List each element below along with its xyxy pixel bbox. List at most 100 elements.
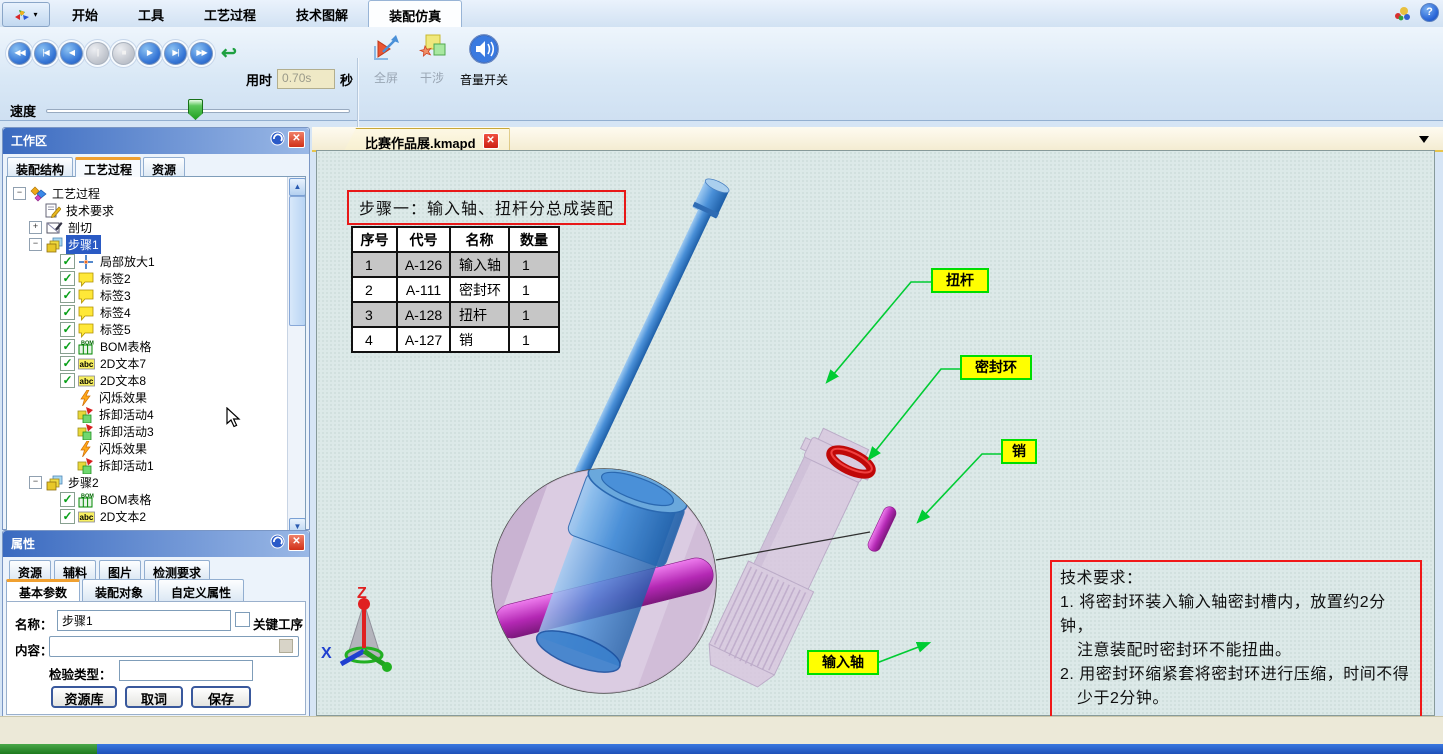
close-panel-icon[interactable]: ✕	[288, 131, 305, 148]
tree-item-拆卸活动3[interactable]: 拆卸活动3	[7, 423, 305, 440]
fullscreen-button[interactable]: 全屏	[362, 33, 410, 86]
part-label-input-shaft[interactable]: 输入轴	[807, 650, 879, 675]
tree-item-技术要求[interactable]: 技术要求	[7, 202, 305, 219]
pin-part[interactable]	[866, 505, 898, 554]
workspace-tab-1[interactable]: 装配结构	[7, 157, 73, 177]
tree-item-BOM表格[interactable]: ✓BOMBOM表格	[7, 491, 305, 508]
step-icon	[46, 237, 63, 253]
rewind-button[interactable]: ◀◀	[8, 42, 31, 65]
tree-item-2D文本8[interactable]: ✓abc2D文本8	[7, 372, 305, 389]
abc-icon: abc	[78, 509, 95, 525]
visibility-checkbox[interactable]: ✓	[60, 322, 75, 337]
taskbar-start-segment	[0, 744, 97, 754]
properties-tab-4[interactable]: 检测要求	[144, 560, 210, 580]
tree-item-步骤1[interactable]: −步骤1	[7, 236, 305, 253]
bom-row-2: 2A-111密封环1	[352, 277, 559, 302]
stop-button[interactable]: ■	[112, 42, 135, 65]
content-input[interactable]	[49, 636, 299, 657]
speed-slider-thumb[interactable]	[188, 99, 203, 120]
elapsed-value-field[interactable]: 0.70s	[277, 69, 335, 89]
document-close-icon[interactable]: ✕	[483, 133, 499, 149]
pause-button[interactable]: ||	[86, 42, 109, 65]
visibility-checkbox[interactable]: ✓	[60, 288, 75, 303]
visibility-checkbox[interactable]: ✓	[60, 254, 75, 269]
tree-item-工艺过程[interactable]: −工艺过程	[7, 185, 305, 202]
ribbon-tab-1[interactable]: 开始	[52, 0, 118, 27]
tree-item-BOM表格[interactable]: ✓BOMBOM表格	[7, 338, 305, 355]
visibility-checkbox[interactable]: ✓	[60, 271, 75, 286]
close-panel-icon[interactable]: ✕	[288, 534, 305, 551]
interference-button[interactable]: 干涉	[408, 33, 456, 86]
tree-item-剖切[interactable]: +剖切	[7, 219, 305, 236]
svg-text:abc: abc	[80, 360, 94, 369]
tree-item-标签3[interactable]: ✓标签3	[7, 287, 305, 304]
tree-item-标签4[interactable]: ✓标签4	[7, 304, 305, 321]
properties-tab-1[interactable]: 资源	[9, 560, 51, 580]
properties-subtab-2[interactable]: 装配对象	[82, 579, 156, 602]
inspect-type-input[interactable]	[119, 660, 253, 681]
elapsed-time: 用时 0.70s 秒	[246, 69, 353, 89]
properties-subtab-3[interactable]: 自定义属性	[158, 579, 244, 602]
pin-panel-icon[interactable]	[270, 534, 285, 549]
elapsed-label: 用时	[246, 70, 272, 89]
expand-toggle-icon[interactable]: +	[29, 221, 42, 234]
collapse-toggle-icon[interactable]: −	[13, 187, 26, 200]
part-label-torsion-bar[interactable]: 扭杆	[931, 268, 989, 293]
properties-subtab-1[interactable]: 基本参数	[6, 579, 80, 601]
tree-item-标签5[interactable]: ✓标签5	[7, 321, 305, 338]
skip-to-end-button[interactable]: ▶|	[164, 42, 187, 65]
help-button[interactable]: ?	[1420, 3, 1439, 22]
viewport-3d[interactable]: Z X 步骤一：输入轴、扭杆分总成装配 序号代号名称数量 1A-126输入轴12…	[316, 150, 1435, 716]
workspace-tab-3[interactable]: 资源	[143, 157, 185, 177]
scroll-thumb[interactable]	[289, 196, 306, 326]
ribbon-tab-3[interactable]: 工艺过程	[184, 0, 276, 27]
step-back-button[interactable]: ◀	[60, 42, 83, 65]
name-input[interactable]	[57, 610, 231, 631]
part-label-pin[interactable]: 销	[1001, 439, 1037, 464]
pin-panel-icon[interactable]	[270, 131, 285, 146]
collapse-toggle-icon[interactable]: −	[29, 476, 42, 489]
save-button[interactable]: 保存	[191, 686, 251, 708]
bom-cell: 1	[509, 252, 559, 277]
collapse-toggle-icon[interactable]: −	[29, 238, 42, 251]
pick-word-button[interactable]: 取词	[125, 686, 183, 708]
ribbon-tab-2[interactable]: 工具	[118, 0, 184, 27]
scroll-up-icon[interactable]: ▲	[289, 178, 306, 196]
visibility-checkbox[interactable]: ✓	[60, 492, 75, 507]
tree-item-闪烁效果[interactable]: 闪烁效果	[7, 389, 305, 406]
key-process-checkbox[interactable]	[235, 612, 250, 627]
tree-item-拆卸活动4[interactable]: 拆卸活动4	[7, 406, 305, 423]
tab-list-dropdown-icon[interactable]	[1419, 136, 1429, 148]
properties-tab-2[interactable]: 辅料	[54, 560, 96, 580]
visibility-checkbox[interactable]: ✓	[60, 339, 75, 354]
tree-item-步骤2[interactable]: −步骤2	[7, 474, 305, 491]
visibility-checkbox[interactable]: ✓	[60, 373, 75, 388]
app-menu-button[interactable]: ▾	[2, 2, 50, 27]
content-grip[interactable]	[279, 639, 293, 653]
tag-icon	[78, 271, 95, 287]
ribbon-tab-4[interactable]: 技术图解	[276, 0, 368, 27]
tree-item-拆卸活动1[interactable]: 拆卸活动1	[7, 457, 305, 474]
skip-to-start-button[interactable]: |◀	[34, 42, 57, 65]
tree-item-2D文本2[interactable]: ✓abc2D文本2	[7, 508, 305, 525]
tree-item-局部放大1[interactable]: ✓局部放大1	[7, 253, 305, 270]
tree-scrollbar[interactable]: ▲ ▼	[287, 177, 305, 537]
visibility-checkbox[interactable]: ✓	[60, 305, 75, 320]
replay-button[interactable]: ↩	[216, 43, 242, 64]
language-icon[interactable]	[1392, 5, 1414, 21]
tree-item-标签2[interactable]: ✓标签2	[7, 270, 305, 287]
tree-item-2D文本7[interactable]: ✓abc2D文本7	[7, 355, 305, 372]
tree-item-闪烁效果[interactable]: 闪烁效果	[7, 440, 305, 457]
ribbon-tabs: 开始工具工艺过程技术图解装配仿真	[52, 0, 462, 27]
volume-toggle-button[interactable]: 音量开关	[455, 33, 513, 88]
fast-forward-button[interactable]: ▶▶	[190, 42, 213, 65]
part-label-seal-ring[interactable]: 密封环	[960, 355, 1032, 380]
visibility-checkbox[interactable]: ✓	[60, 356, 75, 371]
properties-tab-3[interactable]: 图片	[99, 560, 141, 580]
visibility-checkbox[interactable]: ✓	[60, 509, 75, 524]
resource-library-button[interactable]: 资源库	[51, 686, 117, 708]
ribbon-tab-5[interactable]: 装配仿真	[368, 0, 462, 28]
bom-header-cell: 代号	[397, 227, 450, 252]
workspace-tab-2[interactable]: 工艺过程	[75, 157, 141, 177]
play-button[interactable]: ▶	[138, 42, 161, 65]
